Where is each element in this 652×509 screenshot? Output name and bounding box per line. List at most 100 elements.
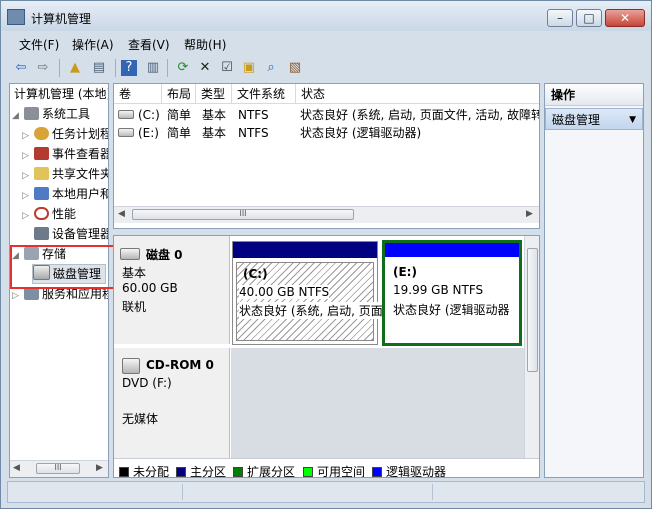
partition-status: 状态良好 (系统, 启动, 页面 <box>239 302 383 319</box>
open-folder-icon[interactable]: ▣ <box>239 58 259 78</box>
tree-item-label: 事件查看器 <box>52 147 109 161</box>
expand-arrow-icon[interactable]: ▷ <box>12 286 24 306</box>
type-cell: 基本 <box>202 108 227 122</box>
event-log-icon <box>34 147 49 160</box>
partition-c-body: (C:) 40.00 GB NTFS 状态良好 (系统, 启动, 页面 <box>236 262 383 341</box>
expand-arrow-icon[interactable]: ▷ <box>22 146 34 166</box>
scroll-right-arrow-icon[interactable]: ▶ <box>96 463 103 473</box>
menu-file[interactable]: 文件(F) <box>19 36 59 53</box>
menu-help[interactable]: 帮助(H) <box>184 36 226 53</box>
format-icon[interactable]: ▧ <box>285 58 305 78</box>
legend-logical: 逻辑驱动器 <box>372 463 446 477</box>
scroll-left-arrow-icon[interactable]: ◀ <box>13 463 20 473</box>
computer-management-icon <box>7 9 25 25</box>
primary-partition-bar <box>233 242 377 258</box>
volume-list: 卷 布局 类型 文件系统 状态 (C:) 简单 基本 NTFS 状态良好 (系统… <box>113 83 540 229</box>
legend-swatch <box>303 467 313 477</box>
legend-swatch <box>372 467 382 477</box>
menu-bar: 文件(F) 操作(A) 查看(V) 帮助(H) <box>7 32 647 54</box>
disk-type: 基本 <box>122 266 147 280</box>
partition-size: 19.99 GB NTFS <box>393 283 484 297</box>
column-header-filesystem[interactable]: 文件系统 <box>232 84 296 104</box>
legend-label: 可用空间 <box>317 465 366 478</box>
tree-item-root[interactable]: 计算机管理 (本地) <box>14 84 108 104</box>
tree-horizontal-scrollbar[interactable]: ◀ III ▶ <box>10 460 108 477</box>
scroll-right-arrow-icon[interactable]: ▶ <box>526 209 533 219</box>
search-icon[interactable]: ⌕ <box>261 58 281 78</box>
tree-item-performance[interactable]: ▷ 性能 <box>22 204 76 224</box>
layout-cell: 简单 <box>167 108 192 122</box>
status-cell: 状态良好 (逻辑驱动器) <box>300 126 422 140</box>
help-icon[interactable]: ? <box>121 60 137 76</box>
maximize-button[interactable]: □ <box>576 9 602 27</box>
tree-item-label: 系统工具 <box>42 107 91 121</box>
disk-view-vertical-scrollbar[interactable] <box>524 236 539 458</box>
legend-swatch <box>233 467 243 477</box>
refresh-icon[interactable]: ⟳ <box>173 58 193 78</box>
delete-icon[interactable]: ✕ <box>195 58 215 78</box>
disk-size: 60.00 GB <box>122 281 178 295</box>
toolbar: ⇦ ⇨ ▲ ▤ ? ▥ ⟳ ✕ ☑ ▣ ⌕ ▧ <box>7 55 647 81</box>
back-arrow-icon[interactable]: ⇦ <box>11 58 31 78</box>
table-row[interactable]: (E:) 简单 基本 NTFS 状态良好 (逻辑驱动器) <box>114 124 539 142</box>
disk-state: 联机 <box>122 300 147 314</box>
scroll-left-arrow-icon[interactable]: ◀ <box>118 209 125 219</box>
scroll-thumb[interactable] <box>527 248 538 372</box>
tree-item-label: 设备管理器 <box>52 227 109 241</box>
volume-list-horizontal-scrollbar[interactable]: ◀ III ▶ <box>114 206 539 223</box>
expand-arrow-icon[interactable]: ▷ <box>22 126 34 146</box>
type-cell: 基本 <box>202 126 227 140</box>
partition-e[interactable]: (E:) 19.99 GB NTFS 状态良好 (逻辑驱动器 <box>382 240 522 346</box>
legend-free-space: 可用空间 <box>303 463 366 478</box>
partition-size: 40.00 GB NTFS <box>239 285 330 299</box>
action-label: 磁盘管理 <box>552 113 601 127</box>
menu-view[interactable]: 查看(V) <box>128 36 170 53</box>
table-row[interactable]: (C:) 简单 基本 NTFS 状态良好 (系统, 启动, 页面文件, 活动, … <box>114 106 539 124</box>
tree-item-local-users[interactable]: ▷ 本地用户和 <box>22 184 108 206</box>
expand-arrow-icon[interactable]: ◢ <box>12 106 24 126</box>
cdrom-type: DVD (F:) <box>122 376 172 390</box>
up-folder-icon[interactable]: ▲ <box>65 58 85 78</box>
expand-arrow-icon[interactable]: ▷ <box>22 206 34 226</box>
tree-item-event-viewer[interactable]: ▷ 事件查看器 <box>22 144 109 166</box>
tools-icon <box>24 107 39 120</box>
filesystem-cell: NTFS <box>238 108 269 122</box>
menu-action[interactable]: 操作(A) <box>72 36 114 53</box>
actions-disk-management[interactable]: 磁盘管理 ▼ <box>545 108 643 130</box>
window-title: 计算机管理 <box>31 12 92 26</box>
performance-icon <box>34 207 49 220</box>
tree-item-task-scheduler[interactable]: ▷ 任务计划程 <box>22 124 108 146</box>
tree-item-shared-folders[interactable]: ▷ 共享文件夹 <box>22 164 109 186</box>
column-header-volume[interactable]: 卷 <box>114 84 162 104</box>
minimize-button[interactable]: – <box>547 9 573 27</box>
layout-cell: 简单 <box>167 126 192 140</box>
expand-arrow-icon[interactable]: ▷ <box>22 186 34 206</box>
properties-icon[interactable]: ☑ <box>217 58 237 78</box>
collapse-arrow-icon[interactable]: ▼ <box>629 109 636 131</box>
status-divider <box>432 484 433 500</box>
volume-cell: (C:) <box>118 106 160 124</box>
scroll-thumb[interactable]: III <box>132 209 354 220</box>
cdrom-name: CD-ROM 0 <box>146 358 214 372</box>
column-header-status[interactable]: 状态 <box>296 84 539 104</box>
forward-arrow-icon[interactable]: ⇨ <box>33 58 53 78</box>
tree-item-label: 共享文件夹 <box>52 167 109 181</box>
legend-primary: 主分区 <box>176 463 227 478</box>
disk-0-info[interactable]: 磁盘 0 基本 60.00 GB 联机 <box>114 236 230 344</box>
legend: 未分配 主分区 扩展分区 可用空间 逻辑驱动器 <box>114 458 539 478</box>
tree-item-label: 性能 <box>52 207 77 221</box>
cdrom-area <box>231 348 525 458</box>
expand-arrow-icon[interactable]: ▷ <box>22 166 34 186</box>
tree-item-system-tools[interactable]: ◢ 系统工具 <box>12 104 90 124</box>
scroll-thumb[interactable]: III <box>36 463 80 474</box>
partition-label: (C:) <box>243 267 268 281</box>
properties-pane-icon[interactable]: ▥ <box>143 58 163 78</box>
partition-c[interactable]: (C:) 40.00 GB NTFS 状态良好 (系统, 启动, 页面 <box>232 241 383 345</box>
legend-label: 主分区 <box>190 465 227 478</box>
show-hide-tree-icon[interactable]: ▤ <box>89 58 109 78</box>
column-header-type[interactable]: 类型 <box>196 84 232 104</box>
column-header-layout[interactable]: 布局 <box>162 84 196 104</box>
close-button[interactable]: ✕ <box>605 9 645 27</box>
tree-item-device-manager[interactable]: 设备管理器 <box>34 224 109 244</box>
cdrom-0-info[interactable]: CD-ROM 0 DVD (F:) 无媒体 <box>114 348 230 458</box>
